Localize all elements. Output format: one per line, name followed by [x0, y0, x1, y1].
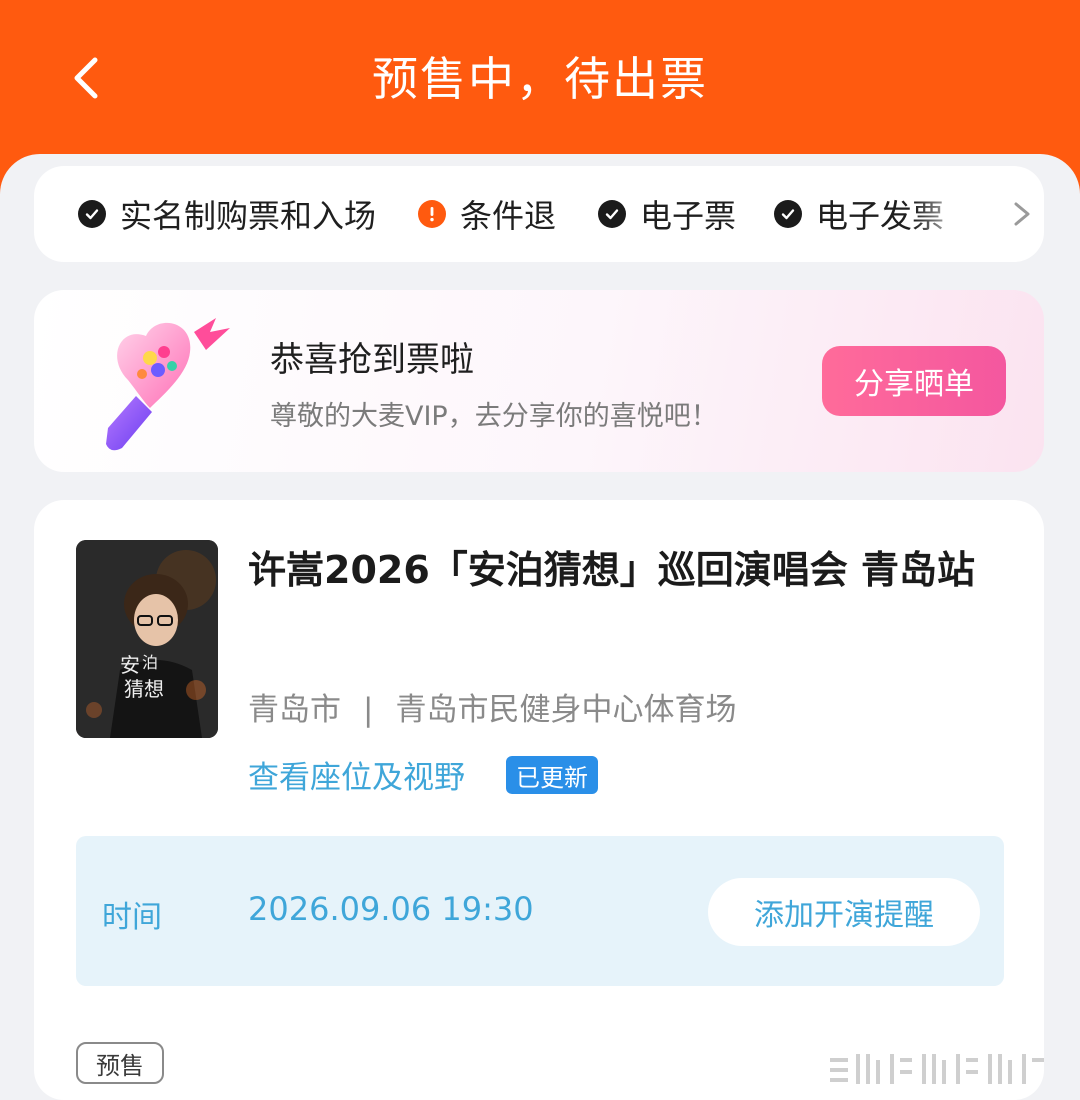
svg-text:安: 安: [120, 653, 140, 677]
time-label: 时间: [102, 900, 162, 935]
watermark-icon: [830, 1054, 1044, 1084]
svg-text:猜想: 猜想: [124, 677, 164, 701]
light-stick-icon: [106, 318, 230, 451]
tags-fade-overlay: [914, 176, 994, 252]
congrats-banner: 恭喜抢到票啦 尊敬的大麦VIP，去分享你的喜悦吧！ 分享晒单: [34, 290, 1044, 472]
event-poster[interactable]: 安 泊 猜想: [76, 540, 218, 738]
tag-label: 实名制购票和入场: [120, 197, 377, 235]
tags-more-button[interactable]: [1006, 194, 1038, 234]
congrats-title: 恭喜抢到票啦: [270, 340, 474, 380]
time-value: 2026.09.06 19:30: [248, 890, 534, 928]
share-button[interactable]: 分享晒单: [822, 346, 1006, 416]
tag-e-ticket: 电子票: [598, 188, 736, 240]
add-reminder-button[interactable]: 添加开演提醒: [708, 878, 980, 946]
poster-image: 安 泊 猜想: [76, 540, 218, 738]
check-icon: [774, 200, 802, 228]
tag-label: 条件退: [460, 197, 557, 235]
check-icon: [78, 200, 106, 228]
congrats-subtitle: 尊敬的大麦VIP，去分享你的喜悦吧！: [270, 401, 718, 432]
tag-conditional-refund: 条件退: [418, 188, 556, 240]
city: 青岛市: [248, 692, 341, 728]
order-card: 安 泊 猜想 许嵩2026「安泊猜想」巡回演唱会 青岛站 青岛市 | 青岛市民健身中…: [34, 500, 1044, 1100]
exclamation-icon: [418, 200, 446, 228]
check-icon: [598, 200, 626, 228]
event-title[interactable]: 许嵩2026「安泊猜想」巡回演唱会 青岛站: [248, 540, 1008, 600]
tag-label: 电子票: [640, 197, 737, 235]
page-title: 预售中，待出票: [372, 52, 708, 106]
presale-badge: 预售: [76, 1042, 164, 1084]
updated-badge: 已更新: [506, 756, 598, 794]
chevron-right-icon: [1014, 202, 1030, 226]
tag-real-name: 实名制购票和入场: [78, 188, 376, 240]
venue-info: 青岛市 | 青岛市民健身中心体育场: [248, 684, 736, 729]
seat-view-link[interactable]: 查看座位及视野: [248, 752, 465, 797]
venue-separator: |: [363, 692, 374, 728]
svg-text:泊: 泊: [142, 653, 158, 672]
service-tags-card[interactable]: 实名制购票和入场 条件退 电子票 电子发票: [34, 166, 1044, 262]
main-content: 实名制购票和入场 条件退 电子票 电子发票 恭喜抢到票啦 尊敬的大麦VIP，去分…: [0, 154, 1080, 1100]
time-section: 时间 2026.09.06 19:30 添加开演提醒: [76, 836, 1004, 986]
venue-name: 青岛市民健身中心体育场: [395, 692, 737, 728]
